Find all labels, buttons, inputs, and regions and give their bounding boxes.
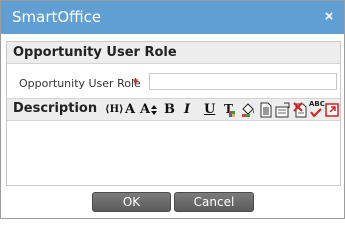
- bold-icon[interactable]: B: [164, 102, 175, 118]
- resize-arrows-icon: [151, 105, 157, 115]
- text-color-icon[interactable]: T: [223, 102, 237, 118]
- underline-icon[interactable]: U: [204, 102, 215, 118]
- field-label: Opportunity User Role: [19, 77, 141, 90]
- editor-toolbar: Description ⟨H⟩ A A B I U T ABC: [7, 98, 340, 121]
- description-label: Description: [13, 101, 98, 116]
- font-family-icon[interactable]: ⟨H⟩: [105, 102, 124, 118]
- section-header: Opportunity User Role: [7, 42, 340, 64]
- description-textarea[interactable]: [7, 121, 340, 185]
- title-bar: SmartOffice ×: [1, 1, 344, 34]
- window-title: SmartOffice: [12, 8, 102, 26]
- spell-check-icon[interactable]: ABC: [309, 100, 325, 118]
- ok-button[interactable]: OK: [92, 192, 171, 212]
- resize-font-letter: A: [140, 102, 151, 117]
- cancel-button[interactable]: Cancel: [174, 192, 254, 212]
- fill-color-icon[interactable]: [240, 102, 256, 118]
- resize-font-icon[interactable]: A: [140, 102, 160, 118]
- remove-format-icon[interactable]: [293, 102, 309, 118]
- opportunity-user-role-input[interactable]: [149, 73, 337, 90]
- font-size-icon[interactable]: A: [125, 102, 135, 118]
- dialog: SmartOffice × Opportunity User Role Oppo…: [0, 0, 345, 219]
- insert-document-icon[interactable]: [259, 102, 273, 118]
- html-source-icon[interactable]: [325, 102, 339, 118]
- check-mark-icon: [310, 108, 322, 118]
- insert-template-icon[interactable]: [275, 102, 291, 118]
- color-swatch-icon: [229, 111, 235, 117]
- form-body: Opportunity User Role Opportunity User R…: [6, 41, 341, 186]
- section-title: Opportunity User Role: [13, 45, 177, 60]
- required-marker: *: [133, 75, 139, 90]
- italic-icon[interactable]: I: [184, 102, 190, 118]
- close-button[interactable]: ×: [321, 8, 337, 26]
